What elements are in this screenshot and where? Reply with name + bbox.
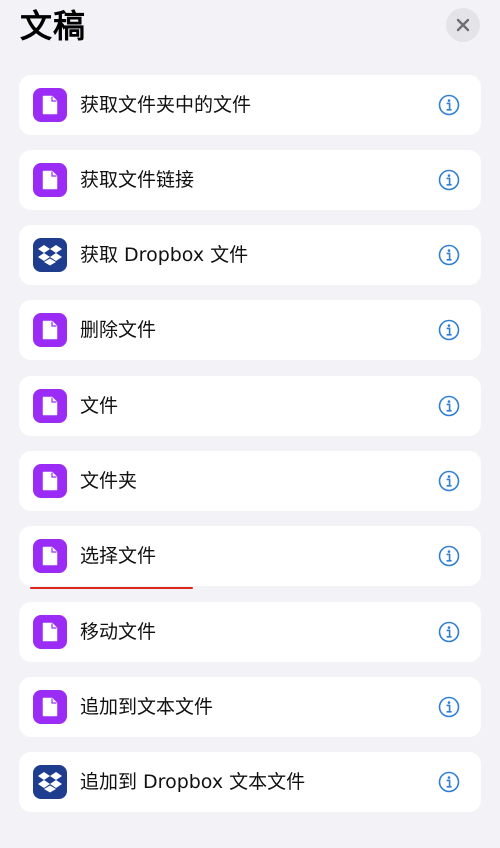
action-label: 获取文件夹中的文件 — [80, 94, 252, 116]
file-icon — [33, 615, 67, 649]
info-icon[interactable] — [438, 545, 460, 567]
action-label: 文件夹 — [80, 470, 138, 492]
close-button[interactable] — [446, 8, 480, 42]
info-icon[interactable] — [438, 94, 460, 116]
action-label: 移动文件 — [80, 621, 157, 643]
info-icon[interactable] — [438, 771, 460, 793]
file-icon — [33, 464, 67, 498]
action-label: 追加到 Dropbox 文本文件 — [80, 771, 306, 793]
file-icon — [33, 690, 67, 724]
highlight-underline — [30, 587, 193, 589]
action-row[interactable]: 文件 — [19, 376, 481, 436]
info-icon[interactable] — [438, 319, 460, 341]
info-icon[interactable] — [438, 244, 460, 266]
close-icon — [456, 18, 470, 32]
info-icon[interactable] — [438, 395, 460, 417]
action-label: 选择文件 — [80, 545, 157, 567]
file-icon — [33, 539, 67, 573]
info-icon[interactable] — [438, 470, 460, 492]
info-icon[interactable] — [438, 696, 460, 718]
page-title: 文稿 — [20, 7, 87, 45]
action-row[interactable]: 选择文件 — [19, 526, 481, 586]
file-icon — [33, 88, 67, 122]
info-icon[interactable] — [438, 621, 460, 643]
action-row[interactable]: 获取 Dropbox 文件 — [19, 225, 481, 285]
action-label: 文件 — [80, 395, 119, 417]
action-row[interactable]: 追加到 Dropbox 文本文件 — [19, 752, 481, 812]
action-label: 删除文件 — [80, 319, 157, 341]
action-label: 获取文件链接 — [80, 169, 195, 191]
file-icon — [33, 389, 67, 423]
file-icon — [33, 163, 67, 197]
action-row[interactable]: 文件夹 — [19, 451, 481, 511]
file-icon — [33, 313, 67, 347]
dropbox-icon — [33, 238, 67, 272]
info-icon[interactable] — [438, 169, 460, 191]
action-row[interactable]: 删除文件 — [19, 300, 481, 360]
action-row[interactable]: 移动文件 — [19, 602, 481, 662]
dropbox-icon — [33, 765, 67, 799]
action-row[interactable]: 追加到文本文件 — [19, 677, 481, 737]
action-row[interactable]: 获取文件夹中的文件 — [19, 75, 481, 135]
action-label: 追加到文本文件 — [80, 696, 214, 718]
action-label: 获取 Dropbox 文件 — [80, 244, 249, 266]
header: 文稿 — [0, 0, 500, 60]
action-row[interactable]: 获取文件链接 — [19, 150, 481, 210]
